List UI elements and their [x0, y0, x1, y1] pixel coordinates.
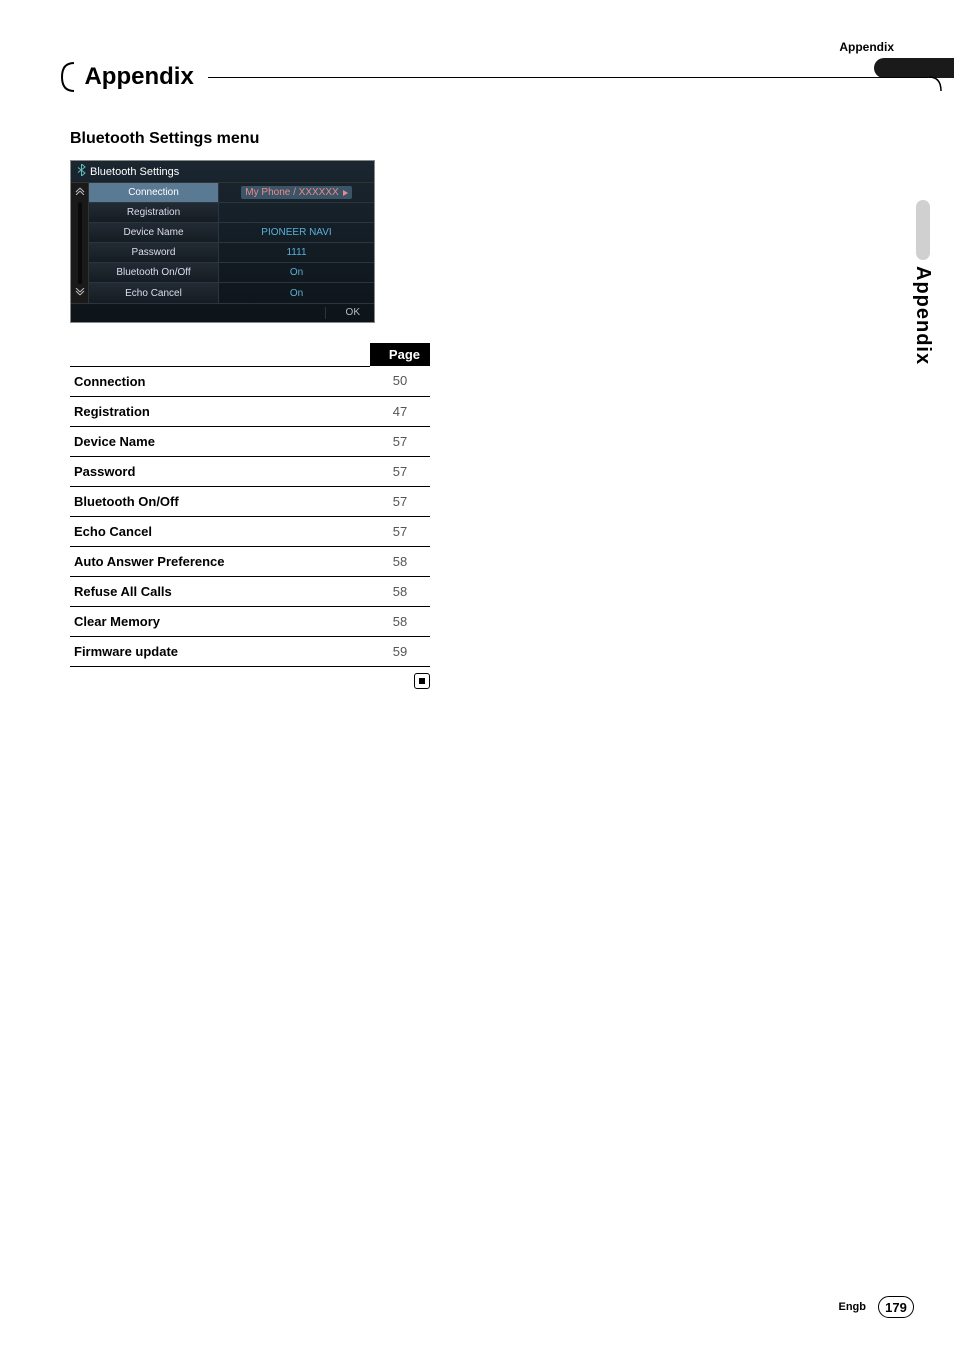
index-page: 58	[370, 576, 430, 606]
scroll-up-icon[interactable]	[75, 187, 85, 198]
header-section-label: Appendix	[839, 40, 894, 54]
setting-row[interactable]: Registration	[89, 203, 374, 223]
play-icon	[343, 190, 348, 196]
table-row: Registration47	[70, 396, 430, 426]
setting-row-value: PIONEER NAVI	[219, 227, 374, 238]
index-item: Auto Answer Preference	[70, 546, 370, 576]
index-item: Firmware update	[70, 636, 370, 666]
index-page: 58	[370, 546, 430, 576]
table-row: Refuse All Calls58	[70, 576, 430, 606]
value-box[interactable]: My Phone / XXXXXX	[241, 186, 351, 199]
side-tab-label: Appendix	[911, 266, 934, 365]
index-item: Bluetooth On/Off	[70, 486, 370, 516]
setting-row-label: Registration	[89, 203, 219, 222]
title-bar: Appendix	[60, 62, 954, 92]
content-area: Bluetooth Settings menu Bluetooth Settin…	[70, 130, 470, 689]
setting-row[interactable]: Password1111	[89, 243, 374, 263]
stop-icon	[414, 673, 430, 689]
setting-row-label: Device Name	[89, 223, 219, 242]
settings-screenshot: Bluetooth Settings Connection My Phone / …	[70, 160, 375, 323]
index-page: 50	[370, 366, 430, 396]
index-item: Clear Memory	[70, 606, 370, 636]
footer-language: Engb	[839, 1301, 867, 1313]
index-item: Connection	[70, 366, 370, 396]
setting-row[interactable]: Device NamePIONEER NAVI	[89, 223, 374, 243]
footer-divider	[325, 307, 326, 319]
setting-row-label: Password	[89, 243, 219, 262]
title-bracket-icon	[60, 62, 74, 92]
index-table: Page Connection50Registration47Device Na…	[70, 343, 430, 667]
table-row: Password57	[70, 456, 430, 486]
index-page: 59	[370, 636, 430, 666]
scroll-down-icon[interactable]	[75, 288, 85, 299]
subsection-title-name: Bluetooth Settings	[70, 130, 212, 147]
side-tab-pill	[916, 200, 930, 260]
index-item: Registration	[70, 396, 370, 426]
screen-header: Bluetooth Settings	[71, 161, 374, 183]
index-page: 57	[370, 486, 430, 516]
index-item: Refuse All Calls	[70, 576, 370, 606]
screen-title: Bluetooth Settings	[90, 166, 179, 178]
table-row: Device Name57	[70, 426, 430, 456]
setting-row-value: My Phone / XXXXXX	[219, 186, 374, 199]
page-footer: Engb 179	[839, 1296, 915, 1318]
value-text: My Phone / XXXXXX	[245, 187, 338, 198]
scroll-column	[71, 183, 89, 303]
table-row: Auto Answer Preference58	[70, 546, 430, 576]
setting-row-label: Connection	[89, 183, 219, 202]
title-line	[208, 77, 928, 78]
end-mark	[70, 673, 430, 689]
index-item: Password	[70, 456, 370, 486]
subsection-title: Bluetooth Settings menu	[70, 130, 470, 148]
index-page: 47	[370, 396, 430, 426]
screen-footer: OK	[71, 303, 374, 322]
subsection-title-suffix: menu	[212, 130, 259, 147]
index-page: 57	[370, 426, 430, 456]
setting-row-value: On	[219, 267, 374, 278]
setting-row-value: 1111	[219, 247, 374, 258]
setting-row[interactable]: Echo CancelOn	[89, 283, 374, 303]
table-row: Clear Memory58	[70, 606, 430, 636]
scroll-track[interactable]	[78, 202, 82, 284]
footer-page-number: 179	[878, 1296, 914, 1318]
page-title: Appendix	[84, 63, 193, 91]
table-row: Connection50	[70, 366, 430, 396]
screen-body: Connection My Phone / XXXXXX RegistrationD…	[71, 183, 374, 303]
title-line-end-icon	[929, 62, 943, 92]
index-header-empty	[70, 343, 370, 366]
settings-rows: Connection My Phone / XXXXXX RegistrationD…	[89, 183, 374, 303]
side-tab: Appendix	[911, 200, 934, 365]
setting-row-label: Echo Cancel	[89, 283, 219, 303]
index-page: 57	[370, 516, 430, 546]
setting-row-label: Bluetooth On/Off	[89, 263, 219, 282]
setting-row[interactable]: Connection My Phone / XXXXXX	[89, 183, 374, 203]
table-row: Bluetooth On/Off57	[70, 486, 430, 516]
bluetooth-icon	[77, 164, 86, 179]
ok-button[interactable]: OK	[338, 307, 368, 319]
index-header-page: Page	[370, 343, 430, 366]
table-row: Firmware update59	[70, 636, 430, 666]
setting-row-value: On	[219, 288, 374, 299]
table-row: Echo Cancel57	[70, 516, 430, 546]
setting-row[interactable]: Bluetooth On/OffOn	[89, 263, 374, 283]
index-item: Echo Cancel	[70, 516, 370, 546]
index-page: 57	[370, 456, 430, 486]
index-item: Device Name	[70, 426, 370, 456]
index-page: 58	[370, 606, 430, 636]
